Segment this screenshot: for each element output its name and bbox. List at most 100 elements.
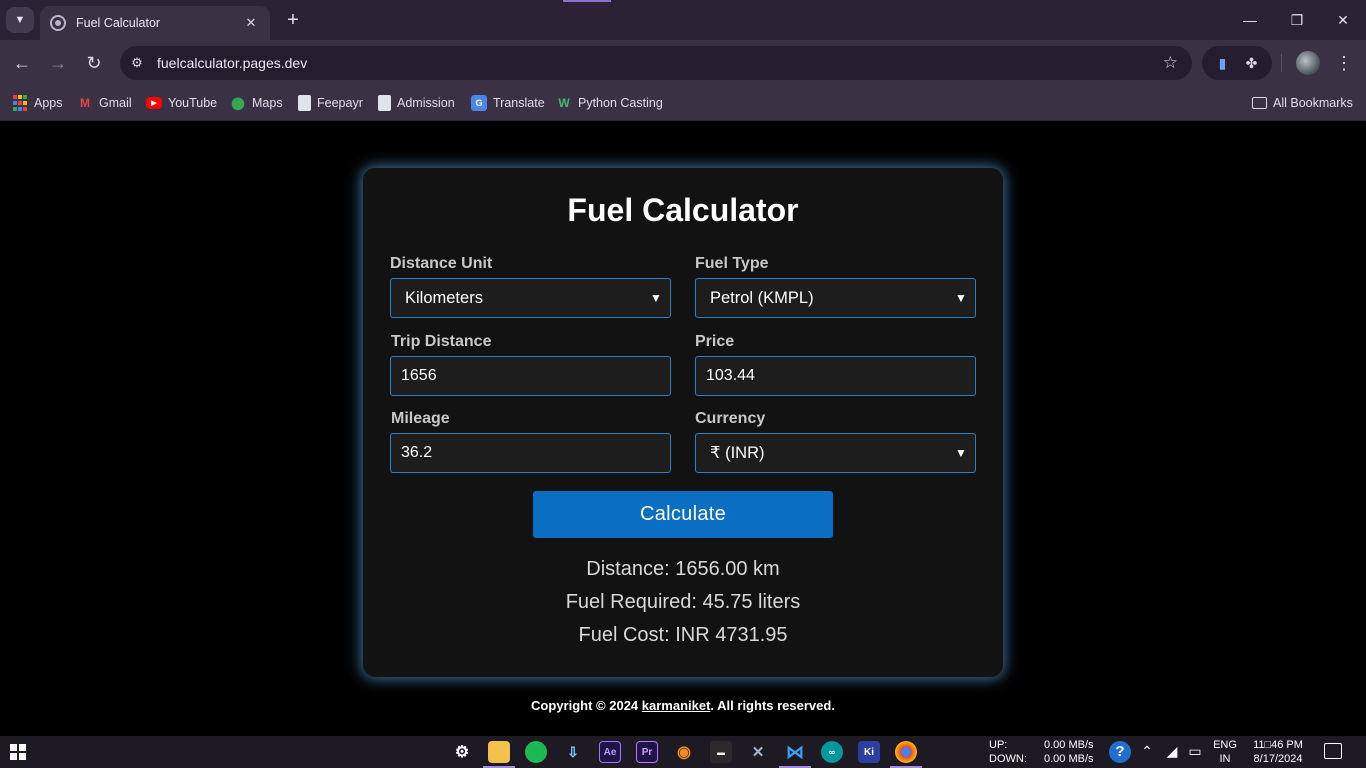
battery-icon[interactable]: ▭ — [1186, 743, 1204, 760]
currency-label: Currency — [695, 410, 766, 427]
wifi-icon[interactable]: ◢ — [1163, 743, 1181, 760]
all-bookmarks[interactable]: All Bookmarks — [1252, 92, 1353, 114]
bookmark-feepayr[interactable]: Feepayr — [298, 92, 363, 114]
bookmark-label: Gmail — [99, 96, 132, 110]
close-window-button[interactable]: ✕ — [1331, 8, 1355, 32]
after-effects-icon[interactable]: Ae — [599, 741, 621, 763]
bookmarks-bar: Apps M Gmail ▶ YouTube ⬤ Maps Feepayr Ad… — [0, 86, 1366, 121]
language-indicator[interactable]: ENG IN — [1211, 738, 1239, 766]
extensions-group: ▮ ✤ — [1202, 46, 1272, 80]
copyright-footer: Copyright © 2024 karmaniket. All rights … — [0, 698, 1366, 713]
profile-avatar[interactable] — [1296, 51, 1320, 75]
trip-distance-value: 1656 — [401, 367, 437, 384]
chrome-icon[interactable] — [890, 741, 922, 768]
network-speed-labels: UP: DOWN: — [989, 738, 1027, 766]
browser-menu-icon[interactable]: ⋮ — [1334, 51, 1354, 75]
extension-doc-icon[interactable]: ▮ — [1214, 54, 1232, 72]
clock-time: 11□46 PM — [1253, 739, 1303, 751]
premiere-pro-icon[interactable]: Pr — [636, 741, 658, 763]
price-value: 103.44 — [706, 367, 755, 384]
settings-gear-icon[interactable]: ⚙ — [451, 741, 473, 763]
result-fuel-cost: Fuel Cost: INR 4731.95 — [578, 624, 788, 646]
notifications-icon[interactable] — [1324, 743, 1342, 759]
site-settings-icon[interactable]: ⚙ — [128, 54, 146, 72]
fuel-calculator-card: Fuel Calculator Distance Unit Kilometers… — [363, 168, 1003, 677]
maps-pin-icon: ⬤ — [231, 96, 245, 110]
net-up-value: 0.00 MB/s — [1044, 739, 1094, 751]
distance-unit-value: Kilometers — [405, 288, 483, 307]
vs-code-icon[interactable]: ⋈ — [779, 741, 811, 768]
download-tool-icon[interactable]: ⇩ — [562, 741, 584, 763]
game-tool-icon[interactable]: ✕ — [747, 741, 769, 763]
toolbar-divider — [1281, 54, 1282, 72]
tab-title: Fuel Calculator — [76, 16, 161, 30]
forward-button[interactable]: → — [46, 51, 70, 75]
puzzle-extensions-icon[interactable]: ✤ — [1243, 54, 1261, 72]
tab-search-chevron-icon[interactable]: ▼ — [6, 7, 34, 33]
lang-top: ENG — [1213, 739, 1237, 751]
address-bar[interactable]: ⚙ fuelcalculator.pages.dev ☆ — [120, 46, 1192, 80]
python-casting-icon: W — [558, 96, 570, 110]
bookmark-label: Feepayr — [317, 96, 363, 110]
price-label: Price — [695, 333, 735, 350]
page-title: Fuel Calculator — [567, 192, 799, 228]
terminal-icon[interactable]: ▬ — [710, 741, 732, 763]
bookmark-maps[interactable]: ⬤ Maps — [230, 92, 283, 114]
all-bookmarks-label: All Bookmarks — [1273, 96, 1353, 110]
currency-select[interactable]: ₹ (INR) ▼ — [695, 433, 976, 473]
net-down-value: 0.00 MB/s — [1044, 753, 1094, 765]
price-input[interactable]: 103.44 — [695, 356, 976, 396]
chevron-up-icon[interactable]: ⌃ — [1138, 743, 1156, 760]
mileage-input[interactable]: 36.2 — [390, 433, 671, 473]
calculate-button[interactable]: Calculate — [533, 491, 833, 538]
fuel-type-label: Fuel Type — [695, 255, 769, 272]
kicad-icon[interactable]: Ki — [858, 741, 880, 763]
bookmark-label: Python Casting — [578, 96, 663, 110]
file-explorer-icon[interactable] — [483, 741, 515, 768]
net-down-label: DOWN: — [989, 753, 1027, 765]
bookmark-label: YouTube — [168, 96, 218, 110]
lang-bottom: IN — [1219, 753, 1231, 765]
spotify-icon[interactable] — [525, 741, 547, 763]
bookmark-apps[interactable]: Apps — [12, 92, 63, 114]
close-tab-icon[interactable]: ✕ — [242, 15, 260, 31]
back-button[interactable]: ← — [10, 51, 34, 75]
author-link[interactable]: karmaniket — [642, 698, 711, 713]
arduino-icon[interactable]: ∞ — [821, 741, 843, 763]
clock[interactable]: 11□46 PM 8/17/2024 — [1248, 738, 1308, 766]
distance-unit-select[interactable]: Kilometers ▼ — [390, 278, 671, 318]
fuel-type-value: Petrol (KMPL) — [710, 288, 814, 307]
window-accent-marker — [563, 0, 611, 2]
taskbar: ⚙ ⇩ Ae Pr ◉ ▬ ✕ ⋈ ∞ Ki UP: DOWN: 0.00 MB… — [0, 736, 1366, 768]
copyright-suffix: . All rights reserved. — [710, 698, 835, 713]
trip-distance-label: Trip Distance — [391, 333, 492, 350]
chevron-down-icon: ▼ — [955, 446, 967, 460]
help-icon[interactable]: ? — [1109, 741, 1131, 763]
bookmark-gmail[interactable]: M Gmail — [77, 92, 132, 114]
gmail-icon: M — [80, 96, 90, 110]
url-text[interactable]: fuelcalculator.pages.dev — [157, 55, 1163, 71]
tab-fuel-calculator[interactable]: Fuel Calculator ✕ — [40, 6, 270, 40]
restore-button[interactable]: ❐ — [1285, 8, 1309, 32]
network-speed-values: 0.00 MB/s 0.00 MB/s — [1044, 738, 1094, 766]
result-fuel-required: Fuel Required: 45.75 liters — [565, 591, 801, 613]
new-tab-button[interactable]: + — [282, 9, 304, 31]
windows-start-icon[interactable] — [10, 744, 26, 760]
mileage-value: 36.2 — [401, 444, 433, 461]
page-content: Fuel Calculator Distance Unit Kilometers… — [0, 121, 1366, 736]
bookmark-translate[interactable]: G Translate — [471, 92, 545, 114]
translate-icon: G — [471, 95, 487, 111]
minimize-button[interactable]: — — [1238, 8, 1262, 32]
bookmark-admission[interactable]: Admission — [378, 92, 455, 114]
reload-button[interactable]: ↻ — [82, 51, 106, 75]
net-up-label: UP: — [989, 739, 1008, 751]
blender-icon[interactable]: ◉ — [673, 741, 695, 763]
chevron-down-icon: ▼ — [955, 291, 967, 305]
bookmark-youtube[interactable]: ▶ YouTube — [146, 92, 217, 114]
bookmark-python-casting[interactable]: W Python Casting — [556, 92, 663, 114]
chevron-down-icon: ▼ — [650, 291, 662, 305]
bookmark-label: Maps — [252, 96, 283, 110]
bookmark-star-icon[interactable]: ☆ — [1163, 53, 1178, 73]
fuel-type-select[interactable]: Petrol (KMPL) ▼ — [695, 278, 976, 318]
trip-distance-input[interactable]: 1656 — [390, 356, 671, 396]
